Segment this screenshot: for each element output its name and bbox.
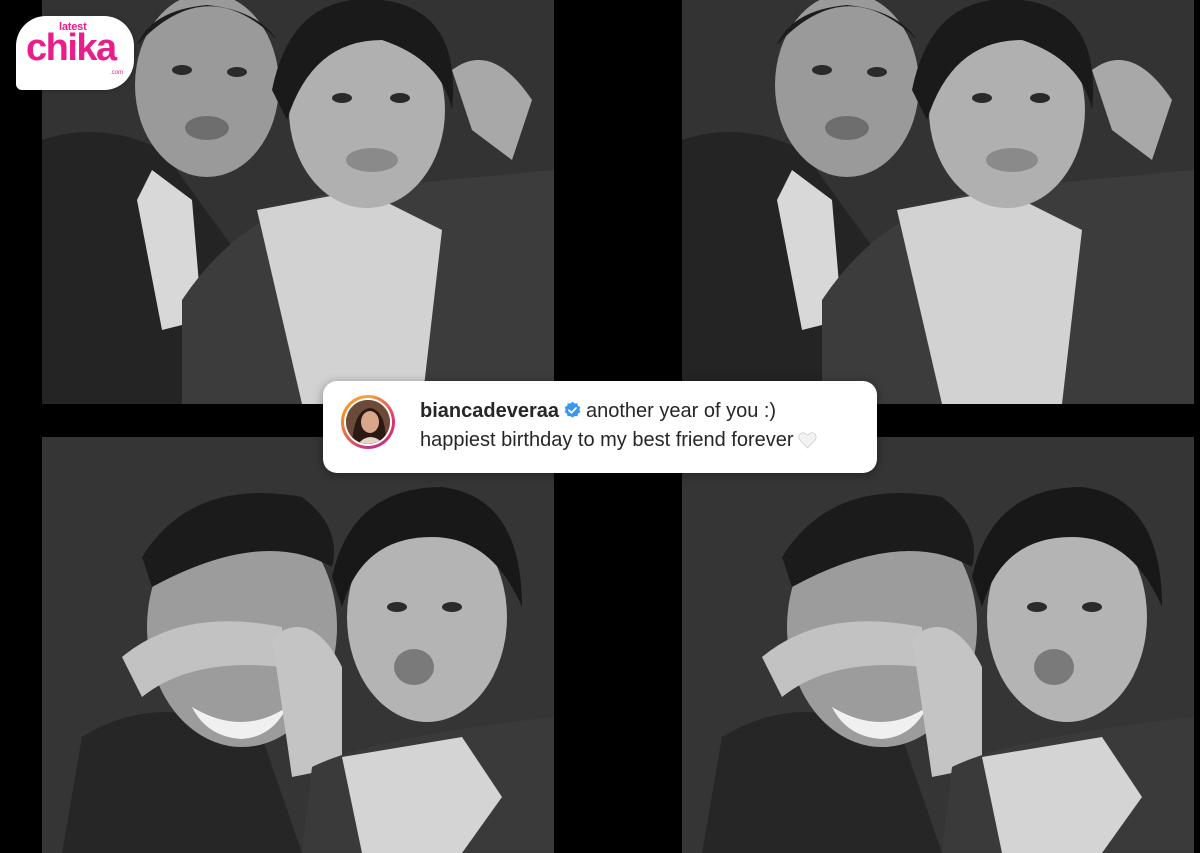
profile-avatar[interactable]	[341, 395, 395, 449]
instagram-caption-card: biancadeveraa another year of you :) happ…	[323, 381, 877, 473]
latest-chika-logo: latest chika .com	[16, 16, 134, 90]
white-heart-icon	[797, 432, 817, 449]
caption-line-2: happiest birthday to my best friend fore…	[420, 429, 817, 452]
caption-line-1: biancadeveraa another year of you :)	[420, 400, 776, 423]
caption-text-1: another year of you :)	[585, 400, 777, 422]
caption-text-2: happiest birthday to my best friend fore…	[420, 429, 794, 451]
canvas: latest chika .com biancadeveraa another y…	[0, 0, 1200, 853]
logo-main-text: chika	[26, 27, 117, 69]
username-link[interactable]: biancadeveraa	[420, 400, 559, 422]
logo-suffix-text: .com	[110, 70, 124, 76]
verified-badge-icon	[564, 401, 581, 418]
photobooth-photo-bottom-left	[42, 437, 554, 853]
photobooth-photo-bottom-right	[682, 437, 1194, 853]
photobooth-photo-top-right	[682, 0, 1194, 404]
avatar-photo	[346, 400, 390, 444]
